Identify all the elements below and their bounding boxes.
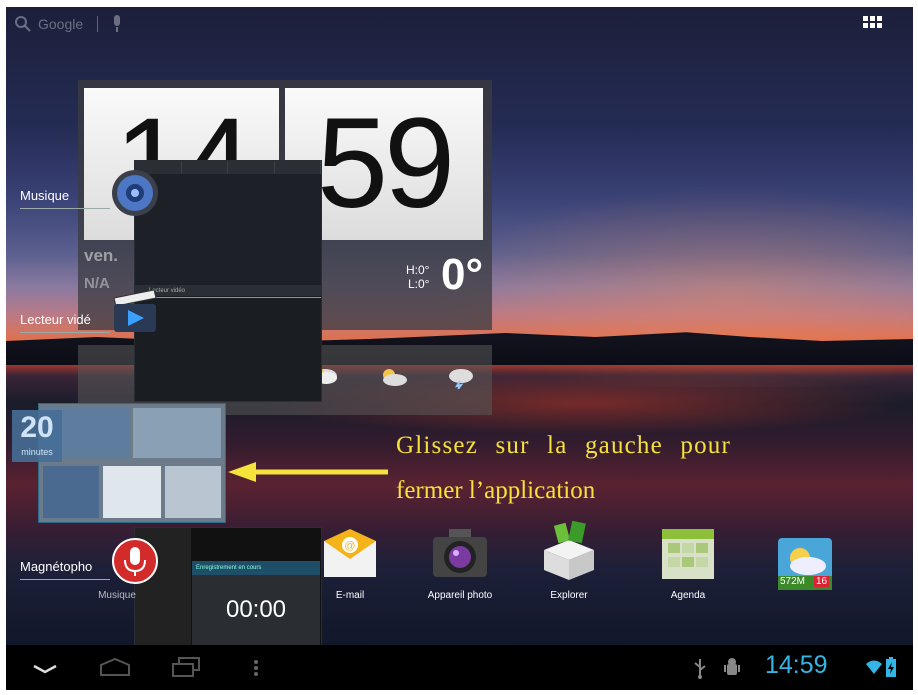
dock-label-camera: Appareil photo — [427, 590, 493, 601]
recent-app-label: Musique — [20, 188, 70, 203]
weather-location: N/A — [84, 275, 110, 292]
recent-app-thumbnail-news[interactable] — [38, 403, 226, 523]
menu-dots-icon[interactable] — [253, 659, 259, 677]
svg-text:@: @ — [344, 540, 355, 552]
grid-dot — [863, 16, 868, 21]
search-divider — [97, 16, 99, 32]
storm-cloud-icon — [449, 369, 473, 389]
video-header: Lecteur vidéo — [135, 286, 321, 296]
recorder-banner: Enregistrement en cours — [192, 561, 320, 575]
search-icon — [15, 16, 31, 32]
grid-dot — [877, 16, 882, 21]
calendar-icon[interactable] — [660, 527, 716, 581]
recent-app-divider — [20, 332, 110, 333]
logo-subtitle: minutes — [21, 447, 53, 457]
recent-app-divider — [20, 208, 110, 209]
annotation-line-1: Glissez sur la gauche pour — [396, 432, 732, 459]
partly-cloudy-icon — [383, 369, 407, 386]
status-clock: 14:59 — [765, 651, 828, 679]
camera-icon[interactable] — [431, 525, 489, 581]
news-tile — [133, 408, 221, 458]
current-temp: 0° — [441, 250, 484, 299]
news-tile — [43, 466, 99, 518]
dock-label-music: Musique — [98, 590, 136, 601]
dock-label-email: E-mail — [335, 590, 365, 601]
recent-app-thumbnail-video[interactable]: Lecteur vidéo — [134, 285, 322, 402]
grid-dot — [870, 23, 875, 28]
usb-icon — [694, 659, 706, 679]
high-temp: H:0° — [406, 263, 430, 277]
weather-widget-storage: 572M — [780, 576, 806, 587]
weather-widget-icon[interactable]: 572M 16 — [778, 538, 832, 590]
battery-charging-icon — [886, 657, 896, 677]
speaker-icon[interactable] — [110, 168, 160, 218]
recent-apps-icon[interactable] — [171, 656, 201, 678]
dock-label-calendar: Agenda — [670, 590, 706, 601]
wifi-icon — [866, 660, 882, 674]
grid-dot — [870, 16, 875, 21]
home-icon[interactable] — [98, 657, 132, 677]
clapperboard-icon[interactable] — [110, 288, 160, 336]
microphone-icon[interactable] — [112, 15, 122, 33]
email-icon[interactable]: @ — [322, 525, 378, 581]
grid-dot — [863, 23, 868, 28]
annotation-line-2: fermer l’application — [396, 477, 596, 504]
google-search-bar[interactable]: Google — [14, 15, 122, 33]
recent-app-label: Lecteur vidé — [20, 312, 91, 327]
news-tile — [103, 466, 161, 518]
microphone-icon[interactable] — [112, 538, 158, 584]
search-label: Google — [38, 16, 84, 32]
20-minutes-logo[interactable]: 20 minutes — [12, 410, 62, 462]
news-tile — [165, 466, 221, 518]
weather-widget-count: 16 — [814, 576, 830, 587]
android-debug-icon — [724, 658, 740, 675]
tab — [228, 161, 275, 174]
video-header-accent — [135, 297, 321, 298]
recorder-timer: 00:00 — [225, 596, 287, 623]
low-temp: L:0° — [408, 277, 430, 291]
arrow-left-icon — [228, 462, 388, 482]
back-chevron-icon[interactable] — [32, 663, 58, 675]
recent-app-label: Magnétopho — [20, 559, 93, 574]
logo-number: 20 — [20, 411, 54, 444]
all-apps-button[interactable] — [863, 16, 885, 38]
dock-label-explorer: Explorer — [550, 590, 588, 601]
clock-date: ven. — [84, 246, 119, 265]
music-tabs — [135, 161, 321, 174]
explorer-box-icon[interactable] — [540, 520, 598, 582]
tab — [182, 161, 228, 174]
high-low-temp: H:0° L:0° — [406, 263, 429, 291]
grid-dot — [877, 23, 882, 28]
tab — [275, 161, 321, 174]
recent-app-thumbnail-recorder[interactable]: Enregistrement en cours 00:00 — [134, 527, 322, 647]
recent-app-divider — [20, 579, 110, 580]
